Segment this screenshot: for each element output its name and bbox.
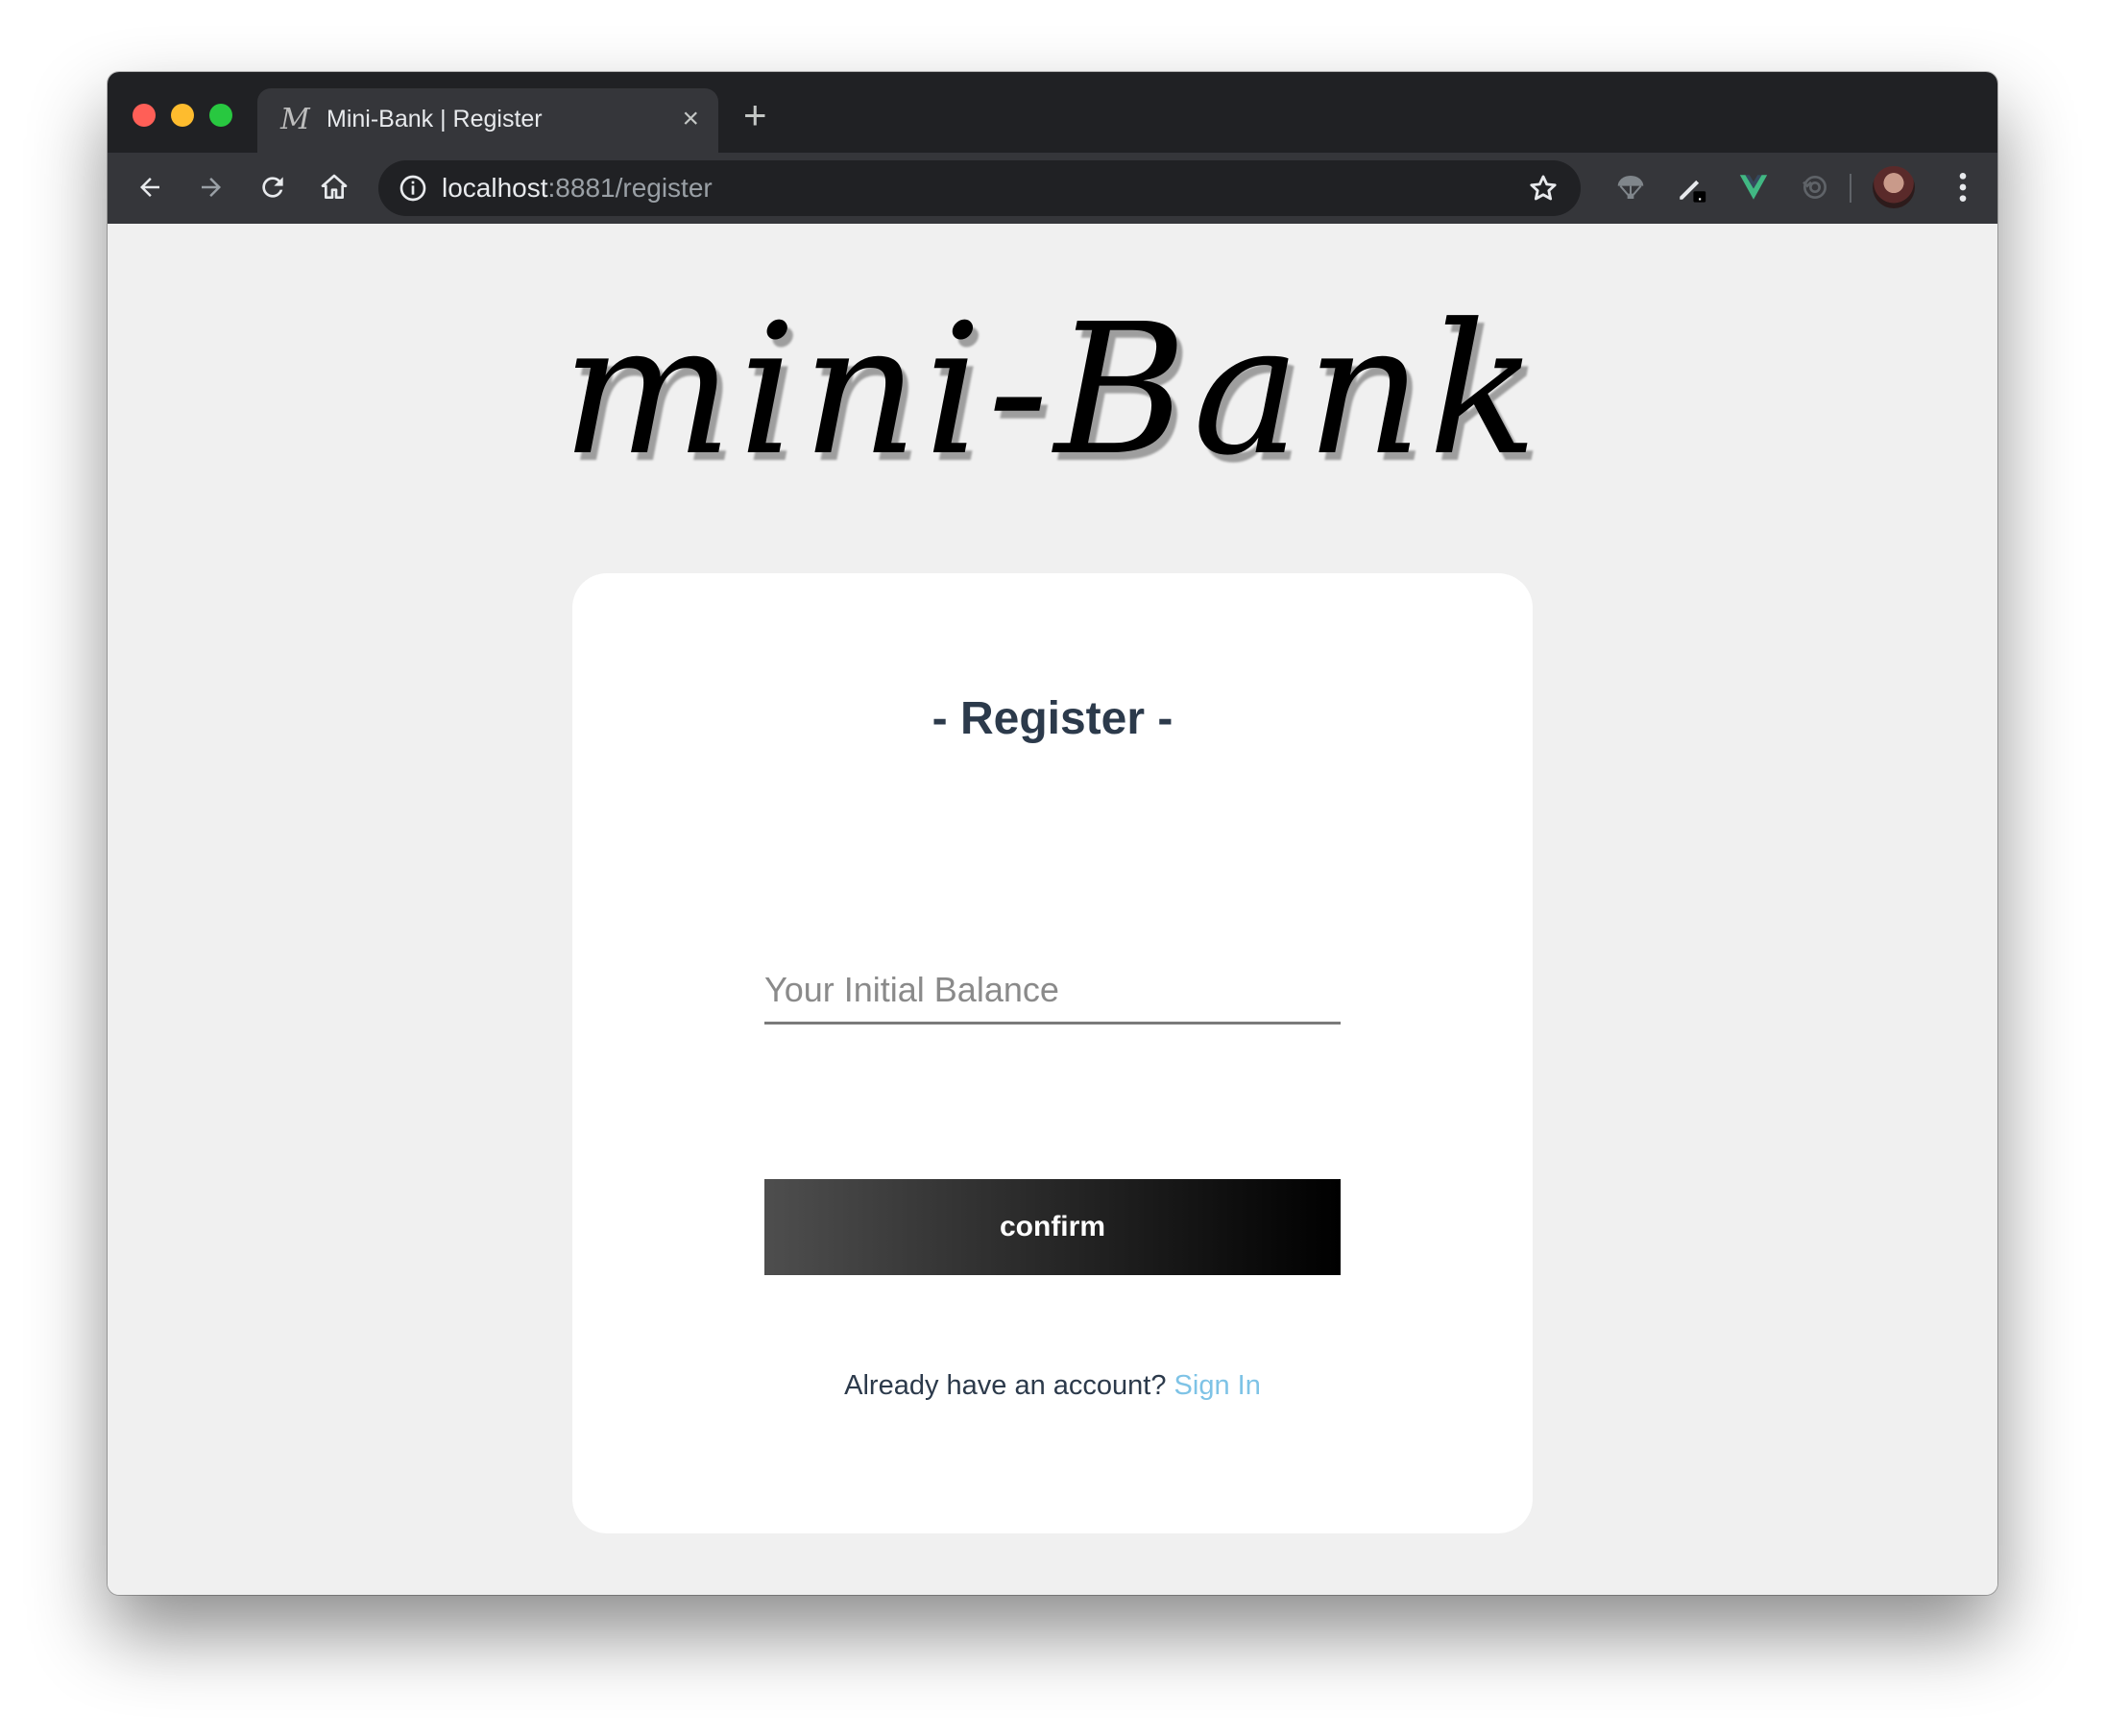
tab-strip: M Mini-Bank | Register × + bbox=[108, 72, 1997, 153]
browser-window: M Mini-Bank | Register × + localhost:888… bbox=[108, 72, 1997, 1595]
browser-toolbar: localhost:8881/register bbox=[108, 153, 1997, 224]
reload-button[interactable] bbox=[252, 166, 294, 208]
home-icon bbox=[321, 174, 348, 199]
home-button[interactable] bbox=[313, 166, 355, 208]
back-button[interactable] bbox=[129, 166, 171, 208]
close-window-button[interactable] bbox=[133, 104, 156, 127]
minimize-window-button[interactable] bbox=[171, 104, 194, 127]
menu-dots-icon[interactable] bbox=[1944, 168, 1982, 206]
reload-icon bbox=[262, 177, 283, 198]
signin-link[interactable]: Sign In bbox=[1174, 1370, 1261, 1401]
signin-row: Already have an account? Sign In bbox=[572, 1370, 1533, 1402]
forward-arrow-icon bbox=[202, 178, 221, 197]
initial-balance-input[interactable] bbox=[764, 957, 1341, 1025]
url-text[interactable]: localhost:8881/register bbox=[442, 173, 713, 204]
new-tab-button[interactable]: + bbox=[743, 95, 767, 135]
vue-devtools-button[interactable] bbox=[1734, 168, 1773, 206]
star-icon[interactable] bbox=[1527, 172, 1560, 205]
page-content: mini-Bank - Register - confirm Already h… bbox=[108, 224, 1997, 1595]
info-icon[interactable] bbox=[398, 173, 428, 204]
parachute-extension-icon bbox=[1617, 176, 1644, 199]
address-bar[interactable]: localhost:8881/register bbox=[378, 160, 1581, 216]
signin-prompt: Already have an account? bbox=[844, 1370, 1167, 1401]
maximize-window-button[interactable] bbox=[209, 104, 232, 127]
register-card: - Register - confirm Already have an acc… bbox=[572, 573, 1533, 1533]
mini-bank-logo: mini-Bank bbox=[561, 285, 1544, 495]
pen-extension-icon bbox=[1680, 180, 1706, 203]
parachute-extension-button[interactable] bbox=[1611, 168, 1650, 206]
forward-button[interactable] bbox=[190, 166, 232, 208]
sync-extension-button[interactable] bbox=[1796, 168, 1834, 206]
register-title: - Register - bbox=[932, 693, 1173, 744]
close-tab-icon[interactable]: × bbox=[682, 102, 699, 136]
back-arrow-icon bbox=[140, 178, 159, 197]
vue-devtools-icon bbox=[1739, 175, 1768, 200]
confirm-button[interactable]: confirm bbox=[764, 1179, 1341, 1275]
url-path: :8881/register bbox=[547, 173, 713, 203]
tab-title: Mini-Bank | Register bbox=[327, 106, 543, 133]
url-host: localhost bbox=[442, 173, 548, 203]
profile-avatar[interactable] bbox=[1873, 166, 1915, 208]
toolbar-separator bbox=[1850, 174, 1851, 203]
tab-active[interactable]: M Mini-Bank | Register × bbox=[257, 88, 718, 153]
pen-extension-button[interactable] bbox=[1673, 168, 1711, 206]
favicon-icon: M bbox=[280, 103, 310, 136]
sync-extension-icon bbox=[1803, 176, 1827, 199]
